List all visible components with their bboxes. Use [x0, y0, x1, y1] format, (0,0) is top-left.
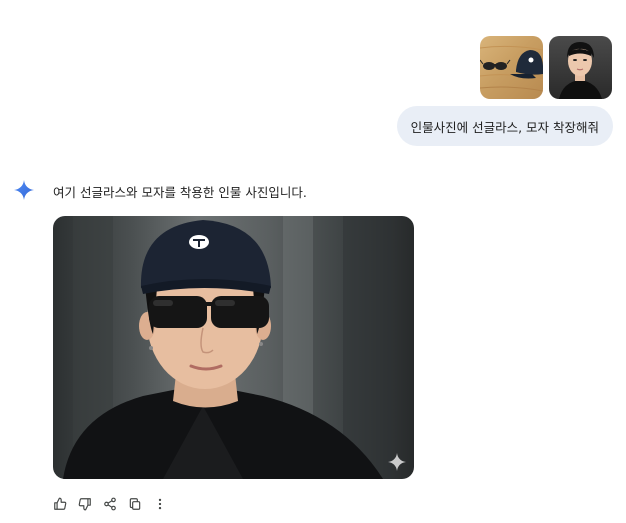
- sunglasses-cap-thumbnail[interactable]: [480, 36, 543, 99]
- user-attachments: [480, 36, 612, 99]
- copy-icon[interactable]: [127, 496, 143, 512]
- user-message-text: 인물사진에 선글라스, 모자 착장해줘: [410, 119, 599, 135]
- share-icon[interactable]: [102, 496, 118, 512]
- sparkle-icon: [14, 180, 34, 200]
- sunglasses-cap-image: [480, 45, 543, 92]
- ai-response-text: 여기 선글라스와 모자를 착용한 인물 사진입니다.: [53, 185, 307, 200]
- more-icon[interactable]: [152, 496, 168, 512]
- portrait-thumbnail[interactable]: [549, 36, 612, 99]
- thumbs-down-icon[interactable]: [77, 496, 93, 512]
- portrait-image: [559, 42, 602, 99]
- user-message-bubble: 인물사진에 선글라스, 모자 착장해줘: [396, 106, 613, 146]
- ai-watermark-icon: [388, 453, 406, 471]
- generated-portrait: [63, 216, 393, 479]
- thumbs-up-icon[interactable]: [52, 496, 68, 512]
- response-actions: [52, 496, 168, 512]
- generated-image[interactable]: [53, 216, 414, 479]
